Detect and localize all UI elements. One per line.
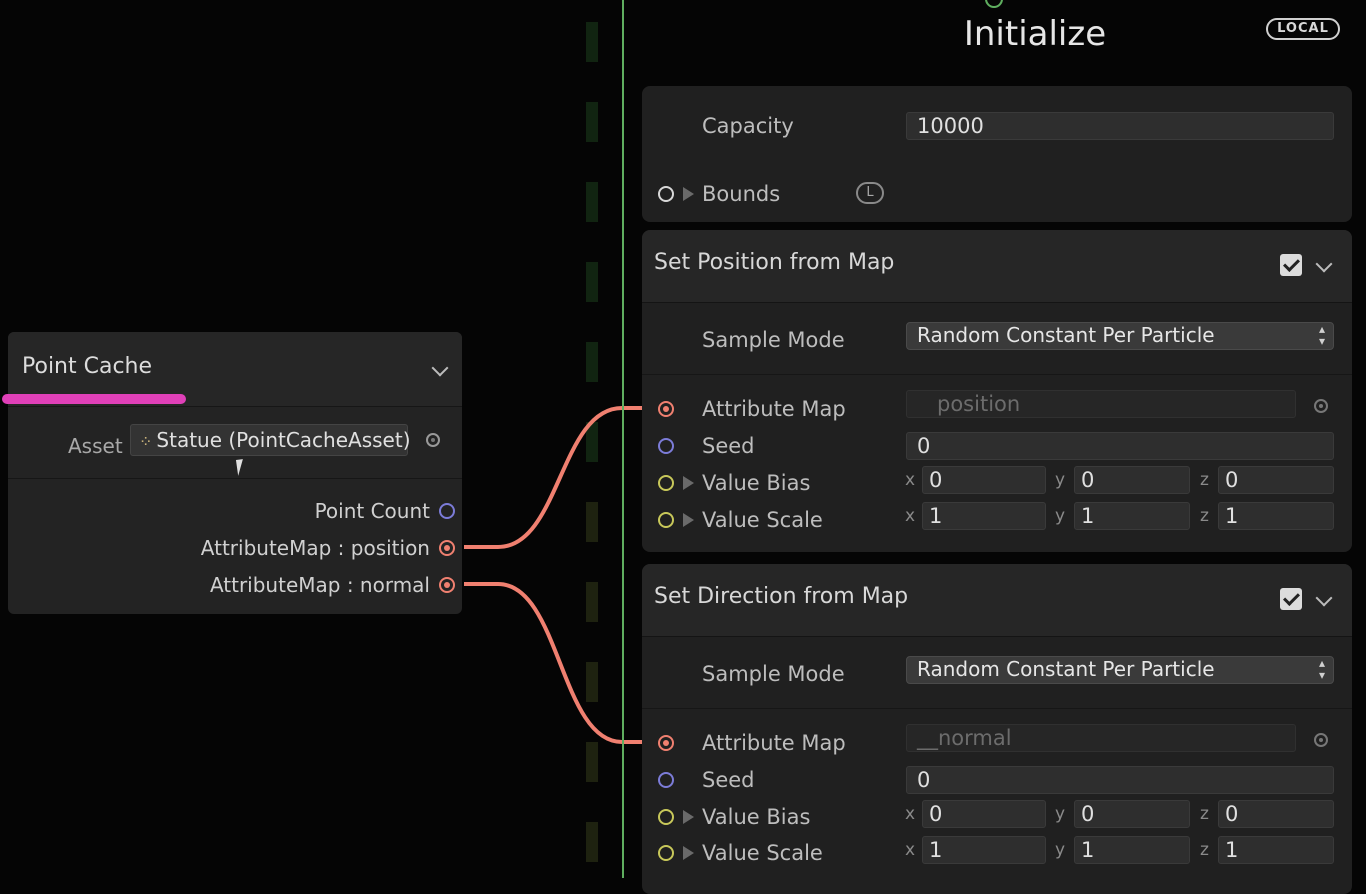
bounds-port[interactable] [658,186,674,202]
context-title: Initialize [963,14,1107,54]
value-bias-expand-icon[interactable] [683,476,694,490]
block-header: Set Position from Map [642,230,1352,303]
asset-picker-icon[interactable] [426,433,440,447]
sample-mode-label: Sample Mode [702,328,845,352]
mouse-cursor-icon [235,458,253,476]
sample-mode-value: Random Constant Per Particle [917,657,1215,681]
attribute-map-label: Attribute Map [702,731,846,755]
axis-z-label: z [1200,840,1209,860]
axis-y-label: y [1055,470,1066,490]
output-point-count-port[interactable] [439,503,455,519]
axis-z-label: z [1200,804,1209,824]
seed-label: Seed [702,434,755,458]
attribute-map-field[interactable]: __normal [906,724,1296,752]
value-scale-expand-icon[interactable] [683,846,694,860]
output-point-count-label: Point Count [314,499,430,523]
block-header: Set Direction from Map [642,564,1352,637]
node-divider [8,478,462,479]
context-flow-line [622,0,624,878]
seed-field[interactable]: 0 [906,766,1334,794]
attribute-map-port[interactable] [658,401,674,417]
block-title: Set Position from Map [654,250,895,275]
output-position-port[interactable] [439,540,455,556]
value-bias-port[interactable] [658,809,674,825]
point-cache-asset-icon: ⁘ [139,432,153,451]
asset-label: Asset [68,434,123,458]
point-cache-node[interactable]: Point Cache [8,332,462,614]
value-bias-x[interactable]: 0 [922,466,1046,494]
bounds-expand-icon[interactable] [683,187,694,201]
sample-mode-value: Random Constant Per Particle [917,323,1215,347]
value-scale-expand-icon[interactable] [683,513,694,527]
sample-mode-select[interactable]: Random Constant Per Particle ▴ ▾ [906,656,1334,684]
value-bias-z[interactable]: 0 [1218,466,1334,494]
attribute-map-port[interactable] [658,735,674,751]
block-divider [642,708,1352,709]
value-scale-y[interactable]: 1 [1074,836,1190,864]
block-title: Set Direction from Map [654,584,909,609]
node-collapse-icon[interactable] [431,359,449,377]
value-bias-x[interactable]: 0 [922,800,1046,828]
axis-x-label: x [905,840,916,860]
value-scale-port[interactable] [658,512,674,528]
axis-z-label: z [1200,470,1209,490]
value-scale-label: Value Scale [702,841,823,865]
axis-y-label: y [1055,840,1066,860]
space-badge[interactable]: LOCAL [1266,18,1340,40]
node-title: Point Cache [22,354,153,379]
select-arrows-icon: ▴ ▾ [1318,322,1325,348]
value-bias-z[interactable]: 0 [1218,800,1334,828]
value-scale-y[interactable]: 1 [1074,502,1190,530]
value-scale-label: Value Scale [702,508,823,532]
axis-x-label: x [905,804,916,824]
axis-x-label: x [905,506,916,526]
axis-y-label: y [1055,506,1066,526]
bounds-space-toggle[interactable]: L [856,182,884,204]
value-scale-z[interactable]: 1 [1218,836,1334,864]
seed-field[interactable]: 0 [906,432,1334,460]
bounds-label: Bounds [702,182,781,206]
value-bias-port[interactable] [658,475,674,491]
title-highlight-stroke [2,394,186,404]
seed-label: Seed [702,768,755,792]
capacity-label: Capacity [702,114,794,138]
axis-x-label: x [905,470,916,490]
seed-port[interactable] [658,438,674,454]
asset-value: Statue (PointCacheAsset) [156,428,411,452]
attribute-map-field[interactable]: position [906,390,1296,418]
sample-mode-label: Sample Mode [702,662,845,686]
value-scale-x[interactable]: 1 [922,836,1046,864]
output-normal-port[interactable] [439,577,455,593]
axis-z-label: z [1200,506,1209,526]
block-divider [642,374,1352,375]
value-scale-z[interactable]: 1 [1218,502,1334,530]
value-bias-y[interactable]: 0 [1074,800,1190,828]
sample-mode-select[interactable]: Random Constant Per Particle ▴ ▾ [906,322,1334,350]
value-scale-x[interactable]: 1 [922,502,1046,530]
value-scale-port[interactable] [658,845,674,861]
output-position-label: AttributeMap : position [200,536,430,560]
axis-y-label: y [1055,804,1066,824]
block-collapse-icon[interactable] [1315,255,1333,273]
value-bias-label: Value Bias [702,805,811,829]
block-collapse-icon[interactable] [1315,589,1333,607]
block-enabled-checkbox[interactable] [1280,254,1302,276]
object-picker-icon[interactable] [1314,399,1328,413]
value-bias-y[interactable]: 0 [1074,466,1190,494]
capacity-field[interactable]: 10000 [906,112,1334,140]
asset-field[interactable]: ⁘ Statue (PointCacheAsset) [130,424,411,456]
seed-port[interactable] [658,772,674,788]
object-picker-icon[interactable] [1314,733,1328,747]
value-bias-expand-icon[interactable] [683,810,694,824]
select-arrows-icon: ▴ ▾ [1318,656,1325,682]
attribute-map-label: Attribute Map [702,397,846,421]
output-normal-label: AttributeMap : normal [209,573,430,597]
value-bias-label: Value Bias [702,471,811,495]
block-enabled-checkbox[interactable] [1280,588,1302,610]
